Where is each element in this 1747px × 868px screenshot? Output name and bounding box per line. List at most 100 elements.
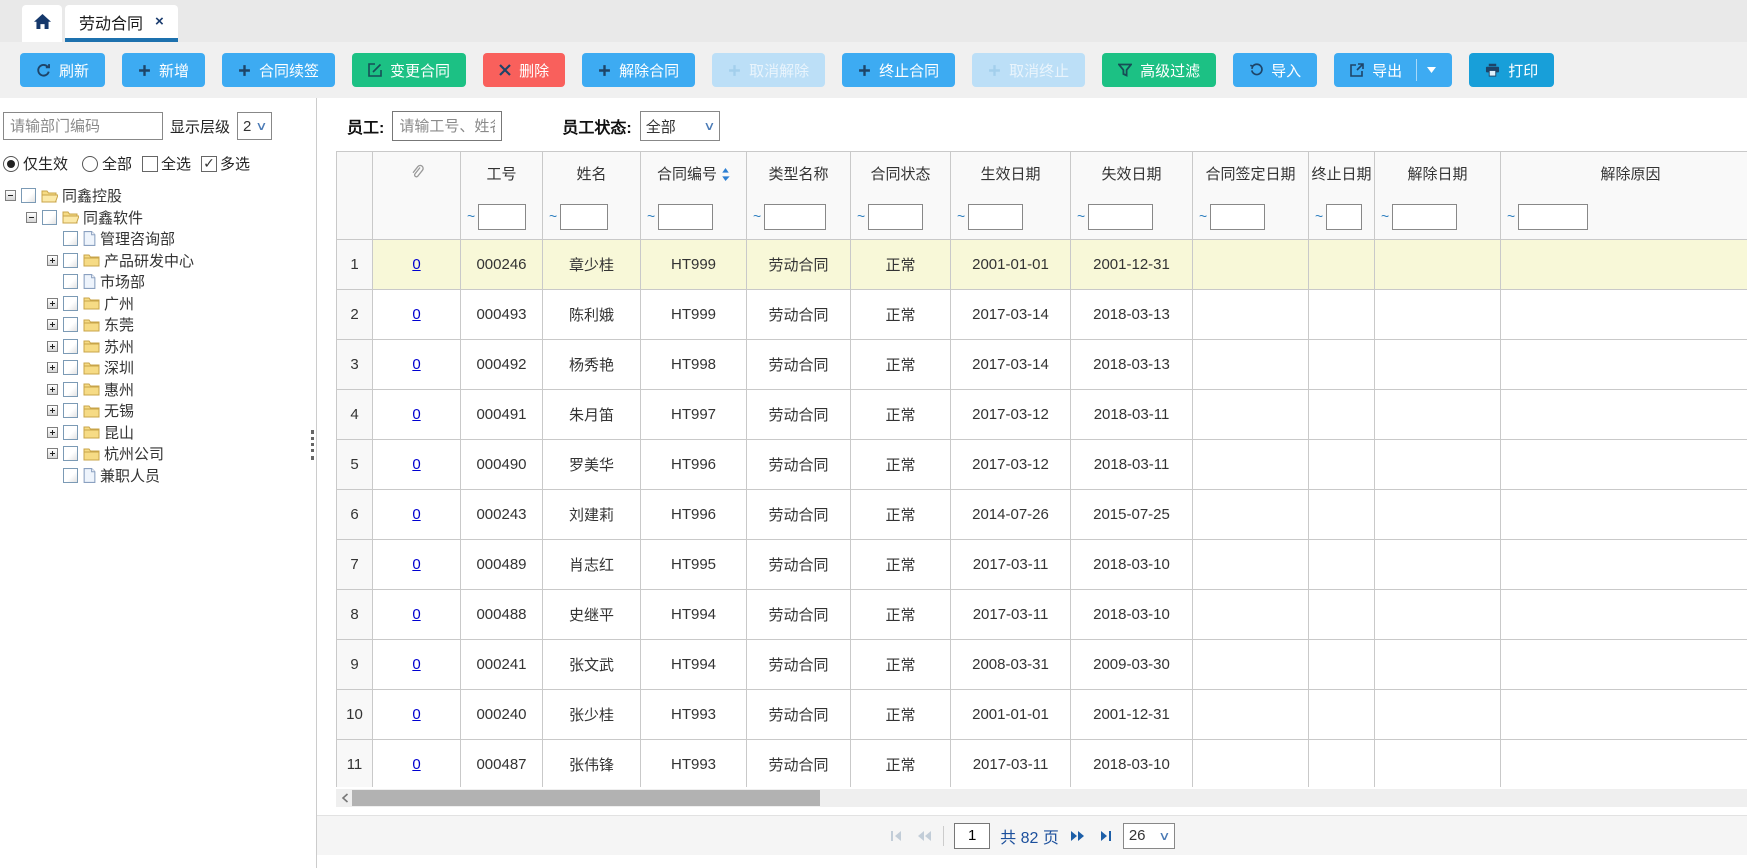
plus-expander-icon[interactable]	[47, 255, 58, 266]
attachment-count-link[interactable]: 0	[412, 456, 420, 473]
filter-input-contract[interactable]	[658, 204, 713, 230]
filter-input-sign[interactable]	[1210, 204, 1265, 230]
tree-checkbox[interactable]	[63, 425, 78, 440]
tilde-operator[interactable]: ~	[1507, 208, 1515, 224]
radio-icon[interactable]	[3, 156, 19, 172]
delete-button[interactable]: 删除	[483, 53, 565, 87]
tilde-operator[interactable]: ~	[957, 208, 965, 224]
tree-node[interactable]: 同鑫控股	[3, 185, 316, 207]
table-row[interactable]: 10000246章少桂HT999劳动合同正常2001-01-012001-12-…	[337, 240, 1747, 290]
minus-expander-icon[interactable]	[26, 212, 37, 223]
import-button[interactable]: 导入	[1233, 53, 1317, 87]
table-row[interactable]: 20000493陈利娥HT999劳动合同正常2017-03-142018-03-…	[337, 290, 1747, 340]
attachment-count-link[interactable]: 0	[412, 256, 420, 273]
next-page-icon[interactable]	[1069, 829, 1087, 843]
table-row[interactable]: 90000241张文武HT994劳动合同正常2008-03-312009-03-…	[337, 640, 1747, 690]
tree-node[interactable]: 兼职人员	[3, 465, 316, 487]
refresh-button[interactable]: 刷新	[20, 53, 105, 87]
sort-icon[interactable]	[721, 168, 730, 185]
attachment-count-link[interactable]: 0	[412, 606, 420, 623]
display-level-select[interactable]: 2 ∨	[237, 112, 272, 140]
tree-node[interactable]: 同鑫软件	[3, 207, 316, 229]
tree-checkbox[interactable]	[63, 253, 78, 268]
attachment-count-link[interactable]: 0	[412, 706, 420, 723]
employee-status-select[interactable]: 全部 ∨	[640, 111, 720, 141]
tree-checkbox[interactable]	[63, 317, 78, 332]
plus-expander-icon[interactable]	[47, 405, 58, 416]
attachment-count-link[interactable]: 0	[412, 556, 420, 573]
tree-node[interactable]: 杭州公司	[3, 443, 316, 465]
tilde-operator[interactable]: ~	[857, 208, 865, 224]
tree-checkbox[interactable]	[63, 296, 78, 311]
scrollbar-thumb[interactable]	[352, 790, 820, 806]
tree-node[interactable]: 无锡	[3, 400, 316, 422]
plus-expander-icon[interactable]	[47, 298, 58, 309]
page-size-select[interactable]: 26 ∨	[1123, 823, 1175, 849]
attachment-count-link[interactable]: 0	[412, 756, 420, 773]
tree-checkbox[interactable]	[63, 231, 78, 246]
filter-input-term[interactable]	[1326, 204, 1362, 230]
option-radio-0[interactable]: 仅生效	[3, 153, 68, 174]
employee-search-input[interactable]	[392, 111, 502, 141]
tilde-operator[interactable]: ~	[753, 208, 761, 224]
attachment-count-link[interactable]: 0	[412, 656, 420, 673]
sidebar-splitter-handle[interactable]	[311, 430, 314, 460]
filter-input-release[interactable]	[1392, 204, 1457, 230]
export-dropdown-caret-icon[interactable]	[1427, 67, 1436, 73]
prev-page-icon[interactable]	[915, 829, 933, 843]
filter-input-status[interactable]	[868, 204, 923, 230]
last-page-icon[interactable]	[1097, 829, 1113, 843]
tab-close-icon[interactable]: ×	[155, 14, 164, 29]
tilde-operator[interactable]: ~	[549, 208, 557, 224]
minus-expander-icon[interactable]	[5, 190, 16, 201]
tree-node[interactable]: 产品研发中心	[3, 250, 316, 272]
attachment-count-link[interactable]: 0	[412, 506, 420, 523]
tree-checkbox[interactable]	[63, 446, 78, 461]
table-row[interactable]: 110000487张伟锋HT993劳动合同正常2017-03-112018-03…	[337, 740, 1747, 788]
tilde-operator[interactable]: ~	[1199, 208, 1207, 224]
table-row[interactable]: 60000243刘建莉HT996劳动合同正常2014-07-262015-07-…	[337, 490, 1747, 540]
table-row[interactable]: 80000488史继平HT994劳动合同正常2017-03-112018-03-…	[337, 590, 1747, 640]
tilde-operator[interactable]: ~	[647, 208, 655, 224]
tree-checkbox[interactable]	[63, 274, 78, 289]
table-row[interactable]: 40000491朱月笛HT997劳动合同正常2017-03-122018-03-…	[337, 390, 1747, 440]
tree-node[interactable]: 市场部	[3, 271, 316, 293]
tilde-operator[interactable]: ~	[1077, 208, 1085, 224]
attachment-count-link[interactable]: 0	[412, 306, 420, 323]
plus-expander-icon[interactable]	[47, 448, 58, 459]
tree-checkbox[interactable]	[63, 382, 78, 397]
tree-node[interactable]: 管理咨询部	[3, 228, 316, 250]
attachment-count-link[interactable]: 0	[412, 406, 420, 423]
tree-node[interactable]: 昆山	[3, 422, 316, 444]
attachment-count-link[interactable]: 0	[412, 356, 420, 373]
tree-checkbox[interactable]	[63, 403, 78, 418]
advanced-filter-button[interactable]: 高级过滤	[1102, 53, 1216, 87]
table-row[interactable]: 50000490罗美华HT996劳动合同正常2017-03-122018-03-…	[337, 440, 1747, 490]
table-row[interactable]: 30000492杨秀艳HT998劳动合同正常2017-03-142018-03-…	[337, 340, 1747, 390]
tree-node[interactable]: 广州	[3, 293, 316, 315]
contract-renew-button[interactable]: 合同续签	[222, 53, 335, 87]
tree-node[interactable]: 深圳	[3, 357, 316, 379]
release-contract-button[interactable]: 解除合同	[582, 53, 695, 87]
horizontal-scrollbar[interactable]	[336, 789, 1747, 807]
filter-input-reason[interactable]	[1518, 204, 1588, 230]
tree-checkbox[interactable]	[63, 360, 78, 375]
table-row[interactable]: 100000240张少桂HT993劳动合同正常2001-01-012001-12…	[337, 690, 1747, 740]
plus-expander-icon[interactable]	[47, 341, 58, 352]
filter-input-id[interactable]	[478, 204, 526, 230]
checkbox-icon[interactable]: ✓	[201, 156, 217, 172]
tilde-operator[interactable]: ~	[1315, 208, 1323, 224]
option-checkbox-2[interactable]: 全选	[142, 153, 191, 174]
tree-node[interactable]: 惠州	[3, 379, 316, 401]
export-button[interactable]: 导出	[1334, 53, 1452, 87]
scroll-left-icon[interactable]	[338, 790, 352, 806]
change-contract-button[interactable]: 变更合同	[352, 53, 466, 87]
tree-node[interactable]: 苏州	[3, 336, 316, 358]
table-row[interactable]: 70000489肖志红HT995劳动合同正常2017-03-112018-03-…	[337, 540, 1747, 590]
plus-expander-icon[interactable]	[47, 427, 58, 438]
tab-labor-contract[interactable]: 劳动合同 ×	[65, 5, 178, 42]
home-tab[interactable]	[22, 5, 62, 42]
add-button[interactable]: 新增	[122, 53, 205, 87]
checkbox-icon[interactable]	[142, 156, 158, 172]
first-page-icon[interactable]	[889, 829, 905, 843]
